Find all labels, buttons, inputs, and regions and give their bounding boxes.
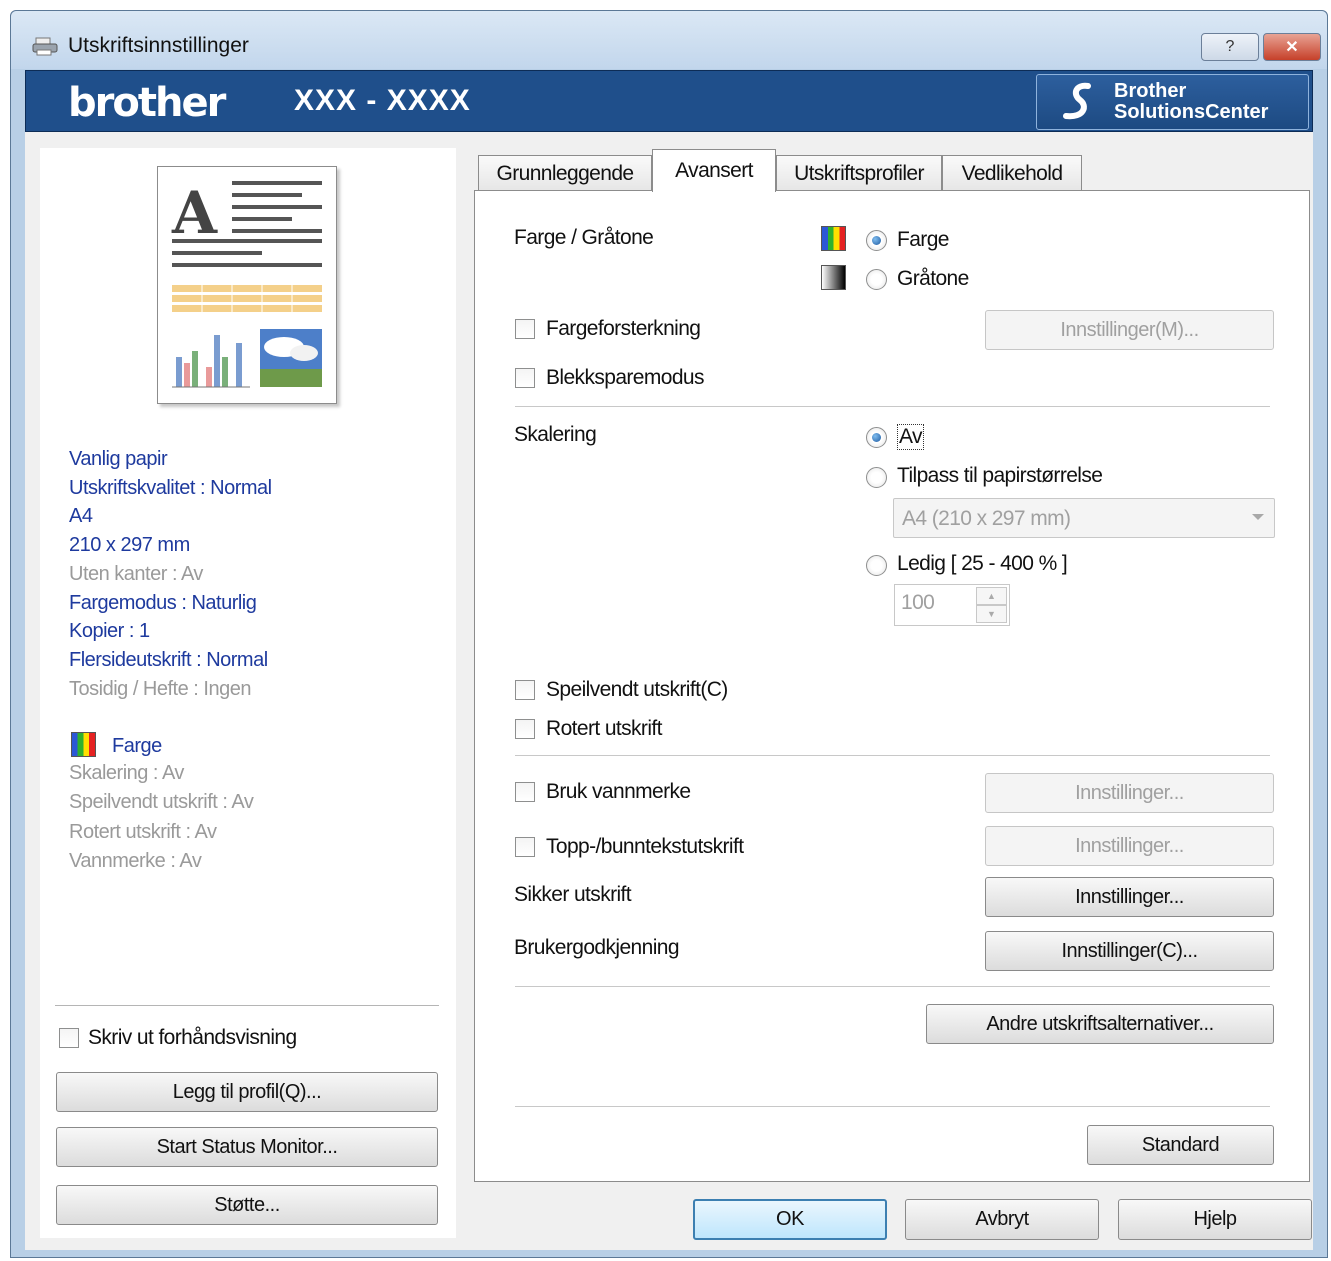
summary-line: Fargemodus : Naturlig [69,591,257,614]
support-button[interactable]: Støtte... [56,1185,438,1225]
help-button[interactable]: Hjelp [1118,1199,1312,1240]
tab-maintenance[interactable]: Vedlikehold [942,155,1082,191]
tab-advanced[interactable]: Avansert [652,149,776,192]
watermark-checkbox[interactable] [515,782,535,802]
grayscale-radio[interactable] [866,269,887,290]
user-auth-settings-button[interactable]: Innstillinger(C)... [985,931,1274,971]
rotate-print-label: Rotert utskrift [546,717,662,740]
summary-line: Rotert utskrift : Av [69,820,217,843]
separator-4 [515,1106,1270,1108]
scaling-free-label: Ledig [ 25 - 400 % ] [897,552,1068,575]
secure-print-settings-button[interactable]: Innstillinger... [985,877,1274,917]
summary-line: A4 [69,505,93,528]
enhancement-settings-button[interactable]: Innstillinger(M)... [985,310,1274,350]
grayscale-swatch-icon [821,265,846,290]
model-name: XXX - XXXX [294,84,471,117]
color-grayscale-label: Farge / Gråtone [514,226,654,249]
paper-size-value: A4 (210 x 297 mm) [902,507,1071,530]
help-caption-button[interactable]: ? [1201,33,1259,61]
scaling-label: Skalering [514,423,597,446]
page-preview-image: A [157,166,337,404]
scaling-fit-label: Tilpass til papirstørrelse [897,464,1103,487]
default-button[interactable]: Standard [1087,1125,1274,1165]
secure-print-label: Sikker utskrift [514,883,632,906]
cancel-button[interactable]: Avbryt [905,1199,1099,1240]
add-profile-button[interactable]: Legg til profil(Q)... [56,1072,438,1112]
ink-save-label: Blekksparemodus [546,366,705,389]
scaling-percent-value: 100 [901,591,935,614]
solutions-center-icon [1058,80,1100,134]
color-swatch-icon [821,226,846,251]
summary-line: Speilvendt utskrift : Av [69,791,254,814]
scaling-fit-radio[interactable] [866,467,887,488]
summary-line: Utskriftskvalitet : Normal [69,476,272,499]
other-print-options-button[interactable]: Andre utskriftsalternativer... [926,1004,1274,1044]
summary-line: Vannmerke : Av [69,849,202,872]
solutions-center-label-2: SolutionsCenter [1114,101,1269,123]
header-footer-settings-button[interactable]: Innstillinger... [985,826,1274,866]
summary-line: Flersideutskrift : Normal [69,648,268,671]
summary-line: Uten kanter : Av [69,562,203,585]
summary-line: Skalering : Av [69,762,184,784]
rotate-print-checkbox[interactable] [515,719,535,739]
left-separator [55,1005,439,1006]
status-monitor-button[interactable]: Start Status Monitor... [56,1127,438,1167]
separator-3 [515,986,1270,988]
summary-line: Tosidig / Hefte : Ingen [69,677,251,700]
spin-up-button[interactable]: ▲ [976,587,1007,605]
color-mode-icon [71,732,96,757]
summary-line: Vanlig papir [69,448,168,470]
header-footer-checkbox[interactable] [515,837,535,857]
header-footer-label: Topp-/bunntekstutskrift [546,835,744,858]
scaling-off-label: Av [897,424,924,450]
color-radio[interactable] [866,230,887,251]
tab-print-profiles[interactable]: Utskriftsprofiler [776,155,942,191]
summary-line: 210 x 297 mm [69,534,190,557]
summary-color: Farge [112,735,162,757]
summary-line: Kopier : 1 [69,620,150,643]
ok-button[interactable]: OK [693,1199,887,1240]
spin-down-button[interactable]: ▼ [976,605,1007,623]
scaling-free-radio[interactable] [866,555,887,576]
svg-text:A: A [171,179,218,247]
chevron-down-icon [1252,514,1264,520]
color-enhancement-label: Fargeforsterkning [546,317,701,340]
brother-logo: brother [68,80,226,126]
separator-2 [515,755,1270,757]
print-preview-label: Skriv ut forhåndsvisning [88,1026,297,1049]
grayscale-option-label: Gråtone [897,267,969,290]
separator-1 [515,406,1270,408]
window-title: Utskriftsinnstillinger [68,34,249,57]
user-auth-label: Brukergodkjenning [514,936,680,959]
ink-save-checkbox[interactable] [515,368,535,388]
printer-icon [32,36,60,62]
solutions-center-label-1: Brother [1114,80,1187,102]
mirror-print-label: Speilvendt utskrift(C) [546,678,728,701]
color-option-label: Farge [897,228,949,251]
color-enhancement-checkbox[interactable] [515,319,535,339]
close-caption-button[interactable]: ✕ [1263,33,1321,61]
watermark-settings-button[interactable]: Innstillinger... [985,773,1274,813]
watermark-label: Bruk vannmerke [546,780,691,803]
mirror-print-checkbox[interactable] [515,680,535,700]
tab-basic[interactable]: Grunnleggende [478,155,652,191]
scaling-off-radio[interactable] [866,427,887,448]
print-preview-checkbox[interactable] [59,1028,79,1048]
